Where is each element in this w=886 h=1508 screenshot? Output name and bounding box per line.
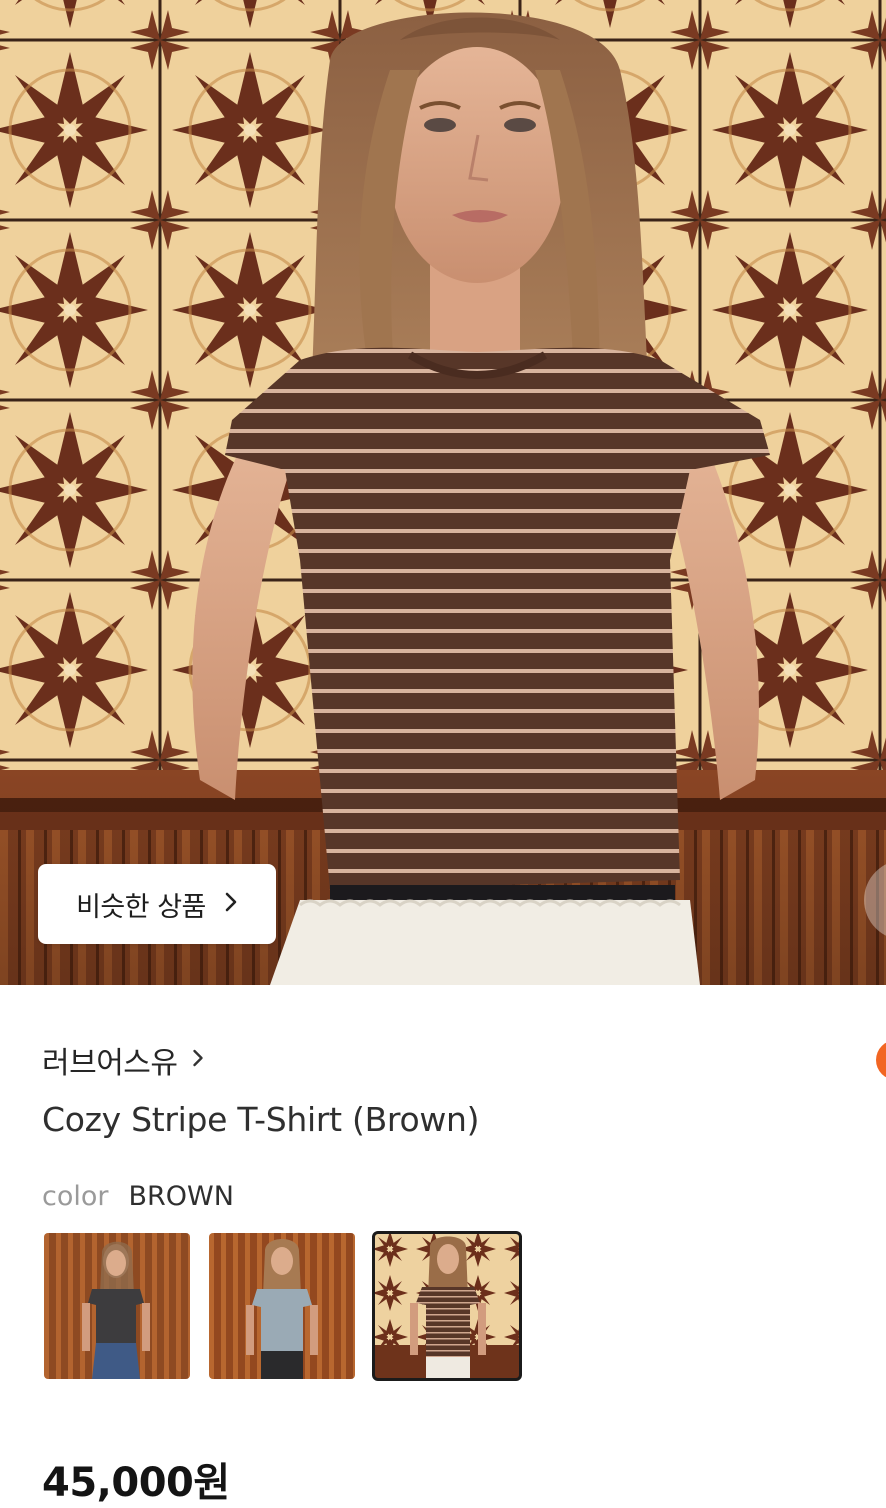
similar-products-label: 비슷한 상품: [76, 891, 206, 923]
brand-name: 러브어스유: [42, 1046, 178, 1081]
color-thumbnail-charcoal[interactable]: [44, 1233, 190, 1379]
notification-badge[interactable]: [876, 1040, 886, 1080]
thumbnail-image: [374, 1233, 520, 1379]
chevron-right-icon: [192, 1048, 204, 1072]
color-thumbnail-brown[interactable]: [372, 1231, 522, 1381]
hero-photo: [0, 0, 886, 985]
color-variant-thumbnails: [44, 1231, 522, 1381]
brand-link[interactable]: 러브어스유: [42, 1038, 204, 1082]
thumbnail-image: [44, 1233, 190, 1379]
chevron-right-icon: [224, 891, 238, 917]
thumbnail-image: [209, 1233, 355, 1379]
color-thumbnail-blue-grey[interactable]: [209, 1233, 355, 1379]
similar-products-button[interactable]: 비슷한 상품: [38, 864, 276, 944]
color-label: color: [42, 1181, 109, 1212]
product-title: Cozy Stripe T-Shirt (Brown): [42, 1100, 480, 1139]
product-hero-image[interactable]: 비슷한 상품: [0, 0, 886, 985]
color-value: BROWN: [128, 1181, 234, 1212]
product-price: 45,000원: [42, 1460, 230, 1506]
color-info: color BROWN: [42, 1181, 234, 1212]
